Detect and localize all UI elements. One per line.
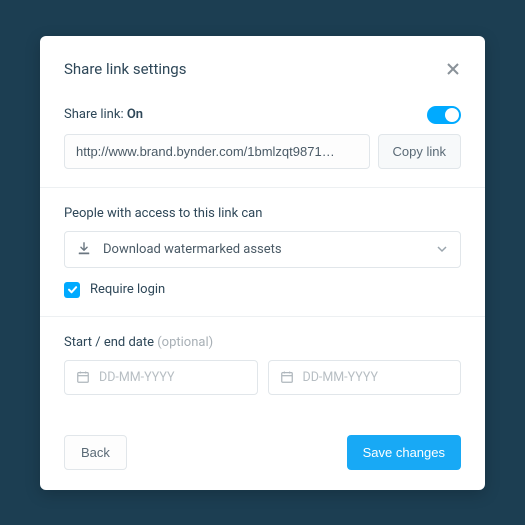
require-login-row: Require login	[64, 282, 461, 298]
date-range-row: DD-MM-YYYY DD-MM-YYYY	[64, 360, 461, 395]
end-date-input[interactable]: DD-MM-YYYY	[268, 360, 462, 395]
divider	[40, 187, 485, 188]
require-login-label: Require login	[90, 282, 165, 297]
divider	[40, 316, 485, 317]
share-link-toggle[interactable]	[427, 106, 461, 124]
link-row: Copy link	[64, 134, 461, 169]
share-link-status-row: Share link: On	[64, 106, 461, 124]
chevron-down-icon	[436, 243, 448, 255]
access-select[interactable]: Download watermarked assets	[64, 231, 461, 268]
date-label-optional: (optional)	[157, 335, 213, 350]
modal-header: Share link settings	[64, 60, 461, 78]
start-date-placeholder: DD-MM-YYYY	[99, 370, 175, 385]
toggle-knob	[445, 108, 459, 122]
date-range-label: Start / end date (optional)	[64, 335, 461, 350]
share-url-input[interactable]	[64, 134, 370, 169]
calendar-icon	[280, 370, 294, 384]
require-login-checkbox[interactable]	[64, 282, 80, 298]
back-button[interactable]: Back	[64, 435, 127, 470]
access-selected-value: Download watermarked assets	[103, 242, 424, 257]
access-label: People with access to this link can	[64, 206, 461, 221]
check-icon	[67, 284, 78, 295]
download-icon	[77, 242, 91, 256]
modal-title: Share link settings	[64, 60, 186, 78]
date-label-main: Start / end date	[64, 335, 157, 350]
share-link-label-text: Share link:	[64, 107, 127, 122]
close-icon	[445, 61, 461, 77]
start-date-input[interactable]: DD-MM-YYYY	[64, 360, 258, 395]
modal-footer: Back Save changes	[64, 435, 461, 470]
save-changes-button[interactable]: Save changes	[347, 435, 461, 470]
share-link-label: Share link: On	[64, 107, 143, 122]
end-date-placeholder: DD-MM-YYYY	[303, 370, 379, 385]
calendar-icon	[76, 370, 90, 384]
close-button[interactable]	[445, 61, 461, 77]
copy-link-button[interactable]: Copy link	[378, 134, 461, 169]
share-link-state: On	[127, 107, 143, 122]
share-link-settings-modal: Share link settings Share link: On Copy …	[40, 36, 485, 490]
